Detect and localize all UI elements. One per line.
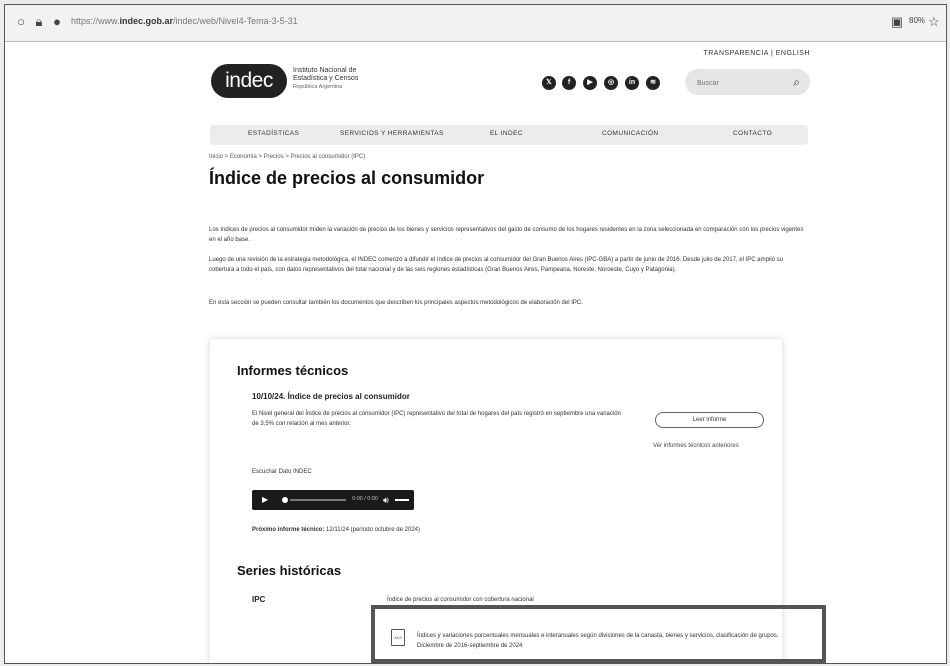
browser-toolbar: ○ 🔒︎ ● https://www.indec.gob.ar/indec/we… — [5, 5, 946, 42]
volume-icon[interactable]: 🔊︎ — [383, 494, 389, 506]
audio-time: 0:00 / 0:00 — [352, 496, 378, 502]
intro-paragraph-2: Luego de una revisión de la estrategia m… — [209, 257, 783, 273]
zoom-level[interactable]: 80% — [909, 16, 925, 25]
nav-item-servicios[interactable]: SERVICIOS Y HERRAMIENTAS — [340, 130, 444, 137]
url-domain: indec.gob.ar — [119, 16, 174, 26]
indec-logo[interactable]: indec — [211, 64, 287, 98]
reader-view-icon[interactable]: ▣ — [889, 14, 905, 30]
next-report: Próximo informe técnico: 12/11/24 (perío… — [252, 525, 420, 535]
instagram-icon[interactable]: ◎ — [604, 76, 618, 90]
url-path: /indec/web/Nivel4-Tema-3-5-31 — [173, 16, 298, 26]
volume-slider[interactable] — [395, 499, 409, 501]
highlight-box: XLS Índices y variaciones porcentuales m… — [371, 605, 826, 663]
breadcrumb[interactable]: Inicio > Economía > Precios > Precios al… — [209, 154, 365, 160]
x-icon[interactable]: 𝕏 — [542, 76, 556, 90]
search-box: ⌕ — [685, 69, 810, 95]
audio-seek-handle[interactable] — [282, 497, 288, 503]
series-row-header: Índice de precios al consumidor con cobe… — [387, 597, 534, 603]
address-bar[interactable]: https://www.indec.gob.ar/indec/web/Nivel… — [71, 16, 298, 26]
series-document-link[interactable]: Índices y variaciones porcentuales mensu… — [417, 631, 807, 651]
nav-item-el-indec[interactable]: EL INDEC — [490, 130, 523, 137]
read-report-button[interactable]: Leer informe — [655, 412, 764, 428]
info-icon[interactable]: ○ — [13, 14, 29, 30]
search-input[interactable] — [695, 75, 789, 91]
next-report-date: 12/11/24 (período octubre de 2024) — [326, 527, 420, 533]
play-icon[interactable]: ▶ — [262, 495, 268, 505]
report-title: 10/10/24. Índice de precios al consumido… — [252, 392, 410, 401]
audio-seek-bar[interactable] — [290, 499, 346, 501]
main-nav: ESTADÍSTICAS SERVICIOS Y HERRAMIENTAS EL… — [210, 125, 808, 145]
top-links[interactable]: TRANSPARENCIA | ENGLISH — [703, 50, 810, 57]
intro-paragraph-3: En esta sección se pueden consultar tamb… — [209, 300, 583, 306]
page-title: Índice de precios al consumidor — [209, 168, 485, 188]
web-page: TRANSPARENCIA | ENGLISH indec Instituto … — [5, 42, 946, 663]
search-icon[interactable]: ⌕ — [793, 75, 800, 89]
url-prefix: https://www. — [71, 16, 120, 26]
intro-paragraph-1: Los índices de precios al consumidor mid… — [209, 227, 804, 243]
series-row-label: IPC — [252, 595, 266, 604]
lock-icon[interactable]: 🔒︎ — [31, 14, 47, 30]
report-summary: El Nivel general del Índice de precios a… — [252, 411, 621, 427]
audio-player: ▶ 0:00 / 0:00 🔊︎ — [252, 490, 414, 510]
spotify-icon[interactable]: ≋ — [646, 76, 660, 90]
xls-file-icon[interactable]: XLS — [391, 629, 405, 646]
linkedin-icon[interactable]: in — [625, 76, 639, 90]
informes-heading: Informes técnicos — [237, 363, 349, 378]
youtube-icon[interactable]: ▶ — [583, 76, 597, 90]
bookmark-star-icon[interactable]: ☆ — [926, 14, 942, 30]
facebook-icon[interactable]: f — [562, 76, 576, 90]
nav-item-estadisticas[interactable]: ESTADÍSTICAS — [248, 130, 299, 137]
org-name: Instituto Nacional de Estadística y Cens… — [293, 67, 358, 91]
file-icon[interactable] — [391, 660, 405, 663]
audio-label: Escuchar Dato INDEC — [252, 469, 312, 475]
site-permissions-icon[interactable]: ● — [49, 14, 65, 30]
next-report-label: Próximo informe técnico: — [252, 527, 325, 533]
org-name-line1: Instituto Nacional de — [293, 67, 357, 74]
series-heading: Series históricas — [237, 563, 342, 578]
previous-reports-link[interactable]: Ver informes técnicos anteriores — [653, 443, 739, 449]
nav-item-comunicacion[interactable]: COMUNICACIÓN — [602, 130, 658, 137]
nav-item-contacto[interactable]: CONTACTO — [733, 130, 772, 137]
browser-window: ○ 🔒︎ ● https://www.indec.gob.ar/indec/we… — [4, 4, 947, 664]
org-name-line3: República Argentina — [293, 84, 343, 90]
org-name-line2: Estadística y Censos — [293, 75, 359, 82]
